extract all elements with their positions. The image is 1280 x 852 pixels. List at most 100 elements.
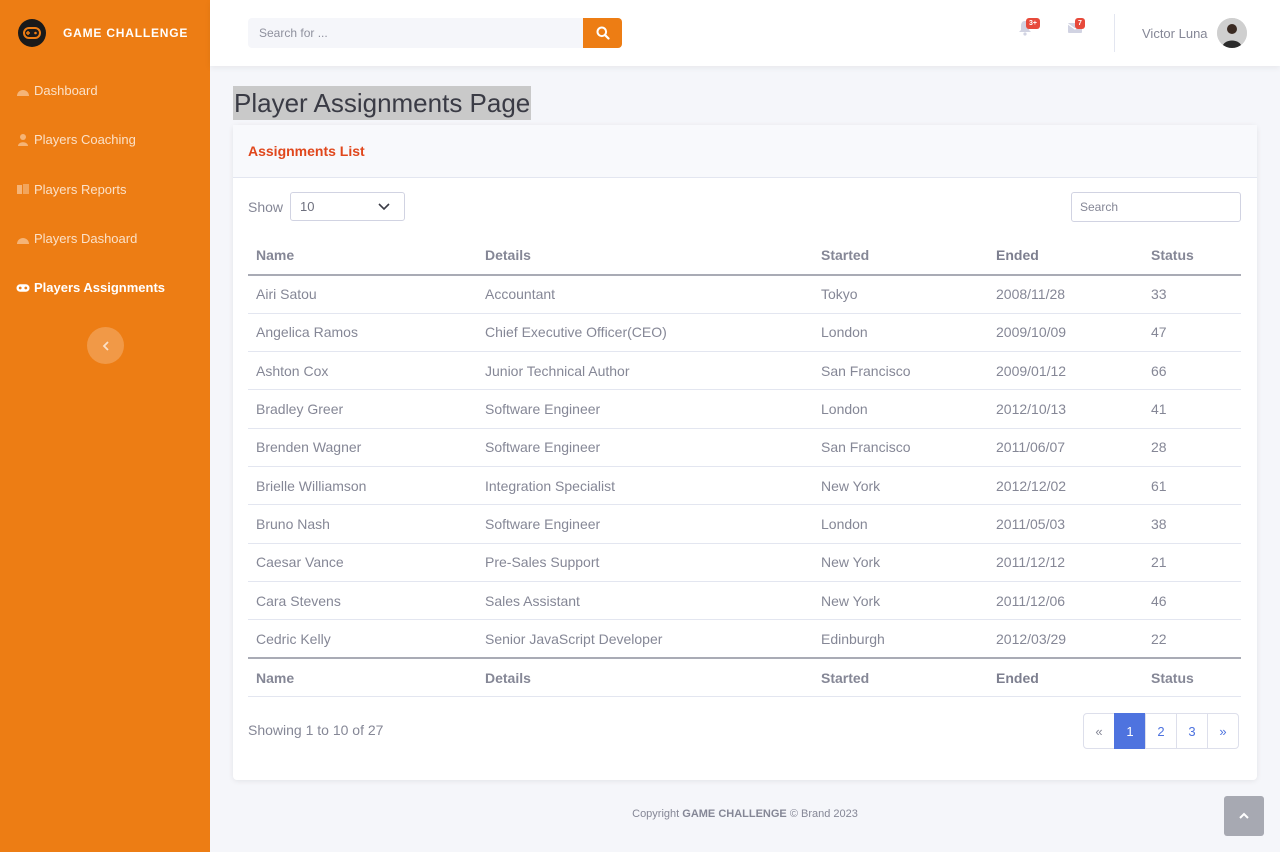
cell-started: San Francisco (813, 428, 988, 467)
topbar-divider (1114, 14, 1115, 52)
user-name[interactable]: Victor Luna (1142, 26, 1208, 41)
cell-name: Angelica Ramos (248, 313, 477, 353)
messages-button[interactable]: 7 (1067, 18, 1085, 39)
page-length-value: 10 (300, 199, 315, 214)
cell-details: Chief Executive Officer(CEO) (477, 313, 813, 353)
search-icon (596, 26, 610, 40)
table-row: Airi Satou Accountant Tokyo 2008/11/28 33 (248, 275, 1241, 314)
topbar-search-button[interactable] (583, 18, 622, 48)
sidebar-item-dashboard[interactable]: Dashboard (0, 66, 210, 115)
cell-name: Ashton Cox (248, 351, 477, 391)
cell-details: Software Engineer (477, 428, 813, 467)
cell-ended: 2009/10/09 (988, 313, 1143, 353)
cell-ended: 2012/10/13 (988, 389, 1143, 429)
table-footer-row: Name Details Started Ended Status (248, 656, 1241, 698)
page-3-button[interactable]: 3 (1176, 713, 1208, 749)
cell-status: 66 (1143, 351, 1241, 391)
cell-name: Bruno Nash (248, 504, 477, 544)
avatar[interactable] (1217, 18, 1247, 48)
cell-started: San Francisco (813, 351, 988, 391)
page-1-button[interactable]: 1 (1114, 713, 1146, 749)
sidebar: GAME CHALLENGE Dashboard Players Coaching… (0, 0, 210, 852)
assignments-table: Name Details Started Ended Status Airi Satou… (248, 236, 1241, 698)
brand-name: GAME CHALLENGE (63, 26, 189, 40)
user-icon (16, 133, 30, 147)
table-row: Brielle Williamson Integration Specialist… (248, 466, 1241, 506)
cell-ended: 2009/01/12 (988, 351, 1143, 391)
table-search-input[interactable] (1071, 192, 1241, 222)
cell-started: Tokyo (813, 275, 988, 314)
sidebar-toggle-button[interactable] (87, 327, 124, 364)
page-title: Player Assignments Page (233, 86, 532, 120)
table-body: Airi Satou Accountant Tokyo 2008/11/28 33 Ang… (248, 275, 1241, 658)
footer-prefix: Copyright (632, 808, 680, 820)
chevron-up-icon (1239, 812, 1249, 819)
chevron-down-icon (378, 203, 390, 211)
table-row: Cedric Kelly Senior JavaScript Developer E… (248, 620, 1241, 658)
chevron-left-icon (102, 340, 109, 351)
cell-name: Bradley Greer (248, 389, 477, 429)
sidebar-nav: Dashboard Players Coaching Players Reports… (0, 66, 210, 312)
table-header-row: Name Details Started Ended Status (248, 236, 1241, 276)
assignments-card: Assignments List Show 10 NameDetailsStar… (233, 125, 1257, 780)
page-next-button[interactable]: » (1207, 713, 1239, 749)
column-header-started[interactable]: Started (813, 236, 988, 276)
cell-started: London (813, 313, 988, 353)
column-header-status[interactable]: Status (1143, 236, 1241, 276)
card-header: Assignments List (233, 125, 1257, 178)
sidebar-item-players-dashoard[interactable]: Players Dashoard (0, 214, 210, 263)
topbar-search-input[interactable] (248, 18, 583, 48)
pagination: «1 2 3» (1083, 713, 1239, 749)
table-row: Caesar Vance Pre-Sales Support New York 201… (248, 543, 1241, 582)
cell-started: Edinburgh (821, 630, 885, 647)
table-row: Angelica Ramos Chief Executive Officer(CE… (248, 313, 1241, 353)
column-header-ended[interactable]: Ended (988, 236, 1143, 276)
column-header-started[interactable]: Started (813, 656, 988, 698)
sidebar-item-players-coaching[interactable]: Players Coaching (0, 115, 210, 164)
column-header-ended[interactable]: Ended (988, 656, 1143, 698)
column-header-status[interactable]: Status (1143, 656, 1241, 698)
column-header-details[interactable]: Details (477, 656, 813, 698)
page-previous-button[interactable]: « (1083, 713, 1115, 749)
cell-details: Senior JavaScript Developer (485, 630, 663, 647)
sidebar-item-label: Dashboard (34, 83, 98, 99)
cell-status: 22 (1151, 630, 1167, 647)
page-2-button[interactable]: 2 (1145, 713, 1177, 749)
cell-ended: 2012/03/29 (996, 630, 1067, 647)
topbar: 3+ 7 Victor Luna (210, 0, 1280, 66)
sidebar-item-label: Players Dashoard (34, 231, 138, 247)
sidebar-item-label: Players Coaching (34, 132, 136, 148)
sidebar-item-players-reports[interactable]: Players Reports (0, 165, 210, 214)
alerts-button[interactable]: 3+ (1018, 18, 1040, 41)
table-info: Showing 1 to 10 of 27 (248, 722, 384, 738)
gamepad-icon (16, 281, 30, 295)
dashboard-icon (16, 232, 30, 246)
column-header-name[interactable]: Name (248, 236, 477, 276)
topbar-search (248, 18, 622, 48)
cell-status: 61 (1143, 466, 1241, 506)
cell-details: Integration Specialist (477, 466, 813, 506)
dashboard-icon (16, 84, 30, 98)
cell-name: Cedric Kelly (256, 630, 331, 647)
cell-details: Sales Assistant (477, 581, 813, 621)
table-row: Cara Stevens Sales Assistant New York 2011/… (248, 581, 1241, 621)
show-label: Show (248, 199, 284, 215)
sidebar-item-players-assignments[interactable]: Players Assignments (0, 263, 210, 312)
cell-details: Junior Technical Author (477, 351, 813, 391)
cell-started: New York (813, 581, 988, 621)
page-length-select[interactable]: 10 (290, 192, 405, 221)
cell-status: 47 (1143, 313, 1241, 353)
cell-status: 33 (1143, 275, 1241, 314)
column-header-name[interactable]: Name (248, 656, 477, 698)
column-header-details[interactable]: Details (477, 236, 813, 276)
cell-started: New York (813, 466, 988, 506)
cell-name: Brielle Williamson (248, 466, 477, 506)
cell-name: Caesar Vance (248, 543, 477, 582)
cell-status: 28 (1143, 428, 1241, 467)
scroll-to-top-button[interactable] (1224, 796, 1264, 836)
cell-status: 38 (1143, 504, 1241, 544)
footer-brand: GAME CHALLENGE (682, 808, 787, 820)
cell-started: London (813, 504, 988, 544)
brand[interactable]: GAME CHALLENGE (0, 0, 210, 66)
user-avatar-icon (1217, 18, 1247, 48)
